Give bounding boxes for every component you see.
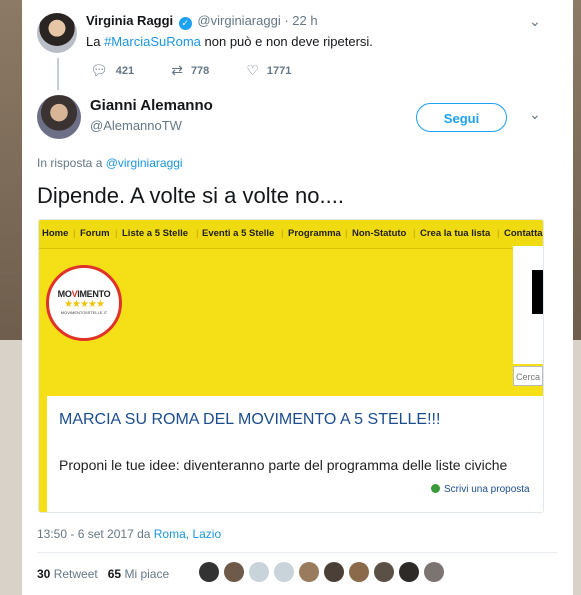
retweet-count: 778 (190, 65, 210, 77)
retweet-stat-label: Retweet (53, 567, 98, 581)
m5s-nav-item: Liste a 5 Stelle (122, 228, 189, 239)
m5s-headline: MARCIA SU ROMA DEL MOVIMENTO A 5 STELLE!… (59, 411, 441, 428)
avatar-virginia-raggi[interactable] (37, 13, 77, 53)
retweet-stat-count: 30 (37, 567, 51, 581)
timestamp-text: 13:50 - 6 set 2017 da (37, 527, 154, 541)
reply-tweet-text: Dipende. A volte si a volte no.... (37, 183, 344, 208)
parent-tweet-time[interactable]: · 22 h (284, 13, 317, 28)
liker-avatar[interactable] (374, 562, 394, 582)
nav-separator: | (345, 228, 348, 239)
parent-author-handle[interactable]: @virginiaraggi (197, 13, 280, 28)
m5s-nav-item: Crea la tua lista (420, 228, 491, 239)
m5s-nav-item: Forum (80, 228, 110, 239)
in-reply-to: In risposta a @virginiaraggi (37, 156, 183, 170)
tweet-stats: 30 Retweet 65 Mi piace (37, 567, 169, 581)
verified-badge-icon: ✓ (178, 17, 192, 30)
liker-avatar[interactable] (199, 562, 219, 582)
m5s-nav-item: Non-Statuto (352, 228, 407, 239)
liker-avatar[interactable] (249, 562, 269, 582)
heart-icon: ♡ (246, 62, 259, 78)
reply-author-name[interactable]: Gianni Alemanno (90, 97, 213, 114)
nav-separator: | (196, 228, 199, 239)
m5s-nav-item: Programma (288, 228, 341, 239)
m5s-propose-link: Scrivi una proposta (431, 484, 530, 495)
like-stat-count: 65 (107, 567, 122, 581)
reply-author-handle[interactable]: @AlemannoTW (90, 118, 182, 133)
m5s-nav-item: Eventi a 5 Stelle (202, 228, 275, 239)
embedded-image[interactable]: Home | Forum | Liste a 5 Stelle | Eventi… (38, 219, 544, 513)
reply-icon: 💬︎ (90, 62, 108, 78)
retweet-action[interactable]: ⇄ 778 (171, 62, 209, 79)
like-count: 1771 (266, 65, 292, 77)
m5s-nav-item: Contatta (504, 228, 543, 239)
in-reply-prefix: In risposta a (37, 156, 106, 170)
m5s-search-input: Cerca (513, 366, 543, 386)
location-link[interactable]: Roma, Lazio (154, 527, 221, 541)
nav-separator: | (115, 228, 118, 239)
liker-avatar[interactable] (274, 562, 294, 582)
retweet-stat[interactable]: 30 Retweet (37, 567, 98, 581)
reply-count: 421 (115, 65, 135, 77)
tweet-timestamp: 13:50 - 6 set 2017 da Roma, Lazio (37, 527, 221, 541)
divider (37, 552, 557, 553)
chevron-down-icon[interactable]: ⌄ (529, 13, 541, 30)
reply-action[interactable]: 💬︎ 421 (90, 62, 134, 79)
liker-avatar[interactable] (324, 562, 344, 582)
logo-text-part: IMENTO (77, 289, 111, 299)
nav-separator: | (497, 228, 500, 239)
hashtag-link[interactable]: #MarciaSuRoma (104, 34, 201, 49)
parent-tweet-text: La #MarciaSuRoma non può e non deve ripe… (86, 34, 373, 49)
parent-author-name[interactable]: Virginia Raggi (86, 13, 173, 28)
nav-separator: | (281, 228, 284, 239)
like-action[interactable]: ♡ 1771 (246, 62, 291, 79)
propose-label: Scrivi una proposta (444, 484, 530, 495)
m5s-nav-item: Home (42, 228, 69, 239)
nav-separator: | (413, 228, 416, 239)
m5s-subtitle: Proponi le tue idee: diventeranno parte … (59, 457, 508, 473)
liker-avatar[interactable] (399, 562, 419, 582)
m5s-content-box: MARCIA SU ROMA DEL MOVIMENTO A 5 STELLE!… (47, 396, 543, 512)
liker-avatar[interactable] (224, 562, 244, 582)
m5s-nav-bar: Home | Forum | Liste a 5 Stelle | Eventi… (39, 220, 543, 249)
retweet-icon: ⇄ (171, 62, 183, 78)
like-stat[interactable]: 65 Mi piace (108, 567, 169, 581)
liker-avatar[interactable] (349, 562, 369, 582)
parent-tweet-actions: 💬︎ 421 ⇄ 778 ♡ 1771 (90, 62, 325, 79)
m5s-logo-text: MOVIMENTO (49, 289, 119, 299)
thread-connector-line (57, 58, 59, 90)
plus-icon (431, 484, 440, 493)
m5s-logo-url: MOVIMENTO5STELLE.IT (60, 310, 108, 315)
liker-avatar[interactable] (424, 562, 444, 582)
in-reply-handle-link[interactable]: @virginiaraggi (106, 156, 183, 170)
nav-separator: | (73, 228, 76, 239)
parent-text-after: non può e non deve ripetersi. (200, 34, 373, 49)
parent-text-before: La (86, 34, 105, 49)
m5s-logo: MOVIMENTO ★★★★★ MOVIMENTO5STELLE.IT (46, 265, 122, 341)
header-graphic (532, 270, 543, 314)
follow-button[interactable]: Segui (416, 103, 507, 132)
like-stat-label: Mi piace (124, 567, 170, 581)
avatar-gianni-alemanno[interactable] (37, 95, 81, 139)
chevron-down-icon[interactable]: ⌄ (529, 106, 541, 123)
tweet-card: Virginia Raggi ✓ @virginiaraggi · 22 h ⌄… (22, 0, 573, 595)
logo-text-part: MO (57, 289, 72, 299)
m5s-stars-icon: ★★★★★ (64, 299, 105, 310)
liker-avatar[interactable] (299, 562, 319, 582)
parent-tweet-header: Virginia Raggi ✓ @virginiaraggi · 22 h (86, 13, 318, 30)
